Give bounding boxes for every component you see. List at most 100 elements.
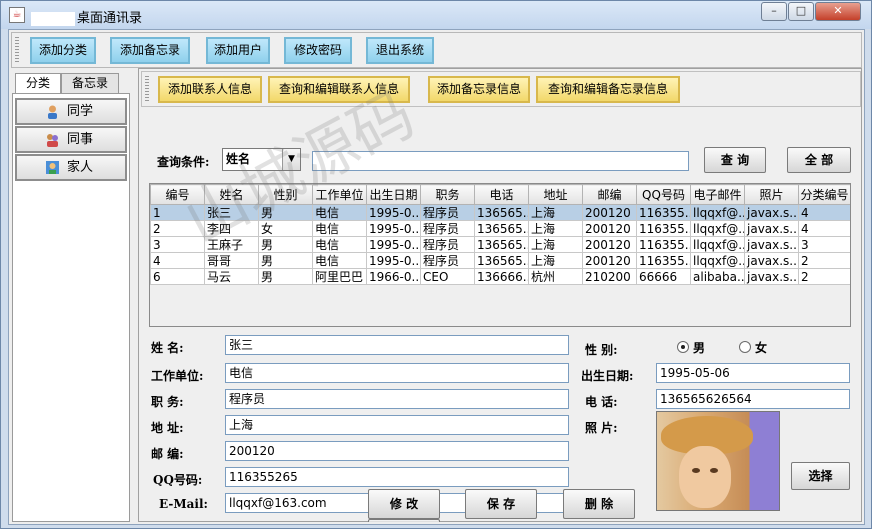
column-header[interactable]: 分类编号 <box>798 184 850 205</box>
table-cell[interactable]: 200120 <box>582 204 637 221</box>
table-cell[interactable]: 1995-0... <box>366 220 421 237</box>
table-cell[interactable]: 3 <box>150 236 205 253</box>
table-row[interactable]: 6马云男阿里巴巴1966-0...CEO136666...杭州210200666… <box>150 268 850 285</box>
category-item-colleague[interactable]: 同事 <box>15 126 127 153</box>
table-cell[interactable]: 136565... <box>474 236 529 253</box>
table-cell[interactable]: 200120 <box>582 220 637 237</box>
table-cell[interactable]: 男 <box>258 252 313 269</box>
add-memo-info-button[interactable]: 添加备忘录信息 <box>428 76 530 103</box>
close-button[interactable]: ✕ <box>815 2 861 21</box>
add-contact-button[interactable]: 添加联系人信息 <box>158 76 262 103</box>
table-cell[interactable]: 电信 <box>312 236 367 253</box>
address-input[interactable]: 上海 <box>225 415 569 435</box>
table-cell[interactable]: 116355... <box>636 236 691 253</box>
table-cell[interactable]: 杭州 <box>528 268 583 285</box>
column-header[interactable]: 性别 <box>258 184 313 205</box>
table-cell[interactable]: 程序员 <box>420 220 475 237</box>
modify-button[interactable]: 修 改 <box>368 489 440 519</box>
table-cell[interactable]: 136666... <box>474 268 529 285</box>
table-cell[interactable]: 136565... <box>474 220 529 237</box>
table-cell[interactable]: 1995-0... <box>366 204 421 221</box>
gender-female-radio[interactable] <box>739 341 751 353</box>
table-cell[interactable]: llqqxf@... <box>690 236 745 253</box>
table-row[interactable]: 4哥哥男电信1995-0...程序员136565...上海20012011635… <box>150 252 850 269</box>
table-cell[interactable]: 4 <box>798 220 850 237</box>
table-cell[interactable]: 3 <box>798 236 850 253</box>
table-cell[interactable]: 男 <box>258 236 313 253</box>
work-input[interactable]: 电信 <box>225 363 569 383</box>
gender-male-radio[interactable] <box>677 341 689 353</box>
column-header[interactable]: 照片 <box>744 184 799 205</box>
search-field-select[interactable]: 姓名 ▼ <box>222 148 301 171</box>
table-cell[interactable]: 上海 <box>528 204 583 221</box>
column-header[interactable]: 邮编 <box>582 184 637 205</box>
phone-input[interactable]: 136565626564 <box>656 389 850 409</box>
table-cell[interactable]: 男 <box>258 204 313 221</box>
exit-button[interactable]: 退出系统 <box>366 37 434 64</box>
table-cell[interactable]: 王麻子 <box>204 236 259 253</box>
table-cell[interactable]: 2 <box>798 268 850 285</box>
table-cell[interactable]: 女 <box>258 220 313 237</box>
contact-toolbar-grip[interactable] <box>145 76 149 102</box>
table-cell[interactable]: 程序员 <box>420 204 475 221</box>
category-item-family[interactable]: 家人 <box>15 154 127 181</box>
table-cell[interactable]: 上海 <box>528 252 583 269</box>
table-cell[interactable]: 程序员 <box>420 236 475 253</box>
table-cell[interactable]: 210200 <box>582 268 637 285</box>
table-cell[interactable]: 1995-0... <box>366 252 421 269</box>
column-header[interactable]: 电话 <box>474 184 529 205</box>
table-cell[interactable]: 116355... <box>636 252 691 269</box>
table-cell[interactable]: 电信 <box>312 252 367 269</box>
table-cell[interactable]: 男 <box>258 268 313 285</box>
table-row[interactable]: 1张三男电信1995-0...程序员136565...上海20012011635… <box>150 204 850 221</box>
table-row[interactable]: 2李四女电信1995-0...程序员136565...上海20012011635… <box>150 220 850 237</box>
modify-button-top[interactable] <box>368 519 440 522</box>
table-cell[interactable]: 电信 <box>312 220 367 237</box>
table-cell[interactable]: 200120 <box>582 252 637 269</box>
table-cell[interactable]: 哥哥 <box>204 252 259 269</box>
table-cell[interactable]: javax.s... <box>744 204 799 221</box>
table-cell[interactable]: llqqxf@... <box>690 220 745 237</box>
category-item-classmate[interactable]: 同学 <box>15 98 127 125</box>
table-cell[interactable]: 电信 <box>312 204 367 221</box>
name-input[interactable]: 张三 <box>225 335 569 355</box>
maximize-button[interactable]: □ <box>788 2 814 21</box>
add-user-button[interactable]: 添加用户 <box>206 37 270 64</box>
table-cell[interactable]: 1966-0... <box>366 268 421 285</box>
table-cell[interactable]: 马云 <box>204 268 259 285</box>
column-header[interactable]: 职务 <box>420 184 475 205</box>
table-cell[interactable]: llqqxf@... <box>690 204 745 221</box>
table-cell[interactable]: 李四 <box>204 220 259 237</box>
tab-category[interactable]: 分类 <box>15 73 61 94</box>
table-cell[interactable]: 2 <box>798 252 850 269</box>
table-cell[interactable]: 4 <box>798 204 850 221</box>
delete-button[interactable]: 删 除 <box>563 489 635 519</box>
add-memo-button[interactable]: 添加备忘录 <box>110 37 190 64</box>
table-cell[interactable]: 2 <box>150 220 205 237</box>
column-header[interactable]: 电子邮件 <box>690 184 745 205</box>
column-header[interactable]: 工作单位 <box>312 184 367 205</box>
query-contact-button[interactable]: 查询和编辑联系人信息 <box>268 76 410 103</box>
table-cell[interactable]: 136565... <box>474 204 529 221</box>
table-cell[interactable]: 张三 <box>204 204 259 221</box>
table-cell[interactable]: CEO <box>420 268 475 285</box>
minimize-button[interactable]: – <box>761 2 787 21</box>
query-button[interactable]: 查 询 <box>704 147 766 173</box>
table-cell[interactable]: alibaba... <box>690 268 745 285</box>
table-cell[interactable]: 116355... <box>636 204 691 221</box>
table-cell[interactable]: 上海 <box>528 236 583 253</box>
save-button[interactable]: 保 存 <box>465 489 537 519</box>
table-cell[interactable]: 200120 <box>582 236 637 253</box>
table-cell[interactable]: 程序员 <box>420 252 475 269</box>
query-memo-button[interactable]: 查询和编辑备忘录信息 <box>536 76 680 103</box>
search-input[interactable] <box>312 151 689 171</box>
table-cell[interactable]: javax.s... <box>744 268 799 285</box>
birth-input[interactable]: 1995-05-06 <box>656 363 850 383</box>
table-cell[interactable]: javax.s... <box>744 236 799 253</box>
chevron-down-icon[interactable]: ▼ <box>282 149 300 170</box>
toolbar-grip[interactable] <box>15 37 19 63</box>
table-cell[interactable]: javax.s... <box>744 252 799 269</box>
table-cell[interactable]: 4 <box>150 252 205 269</box>
choose-photo-button[interactable]: 选择 <box>791 462 850 490</box>
table-cell[interactable]: 阿里巴巴 <box>312 268 367 285</box>
